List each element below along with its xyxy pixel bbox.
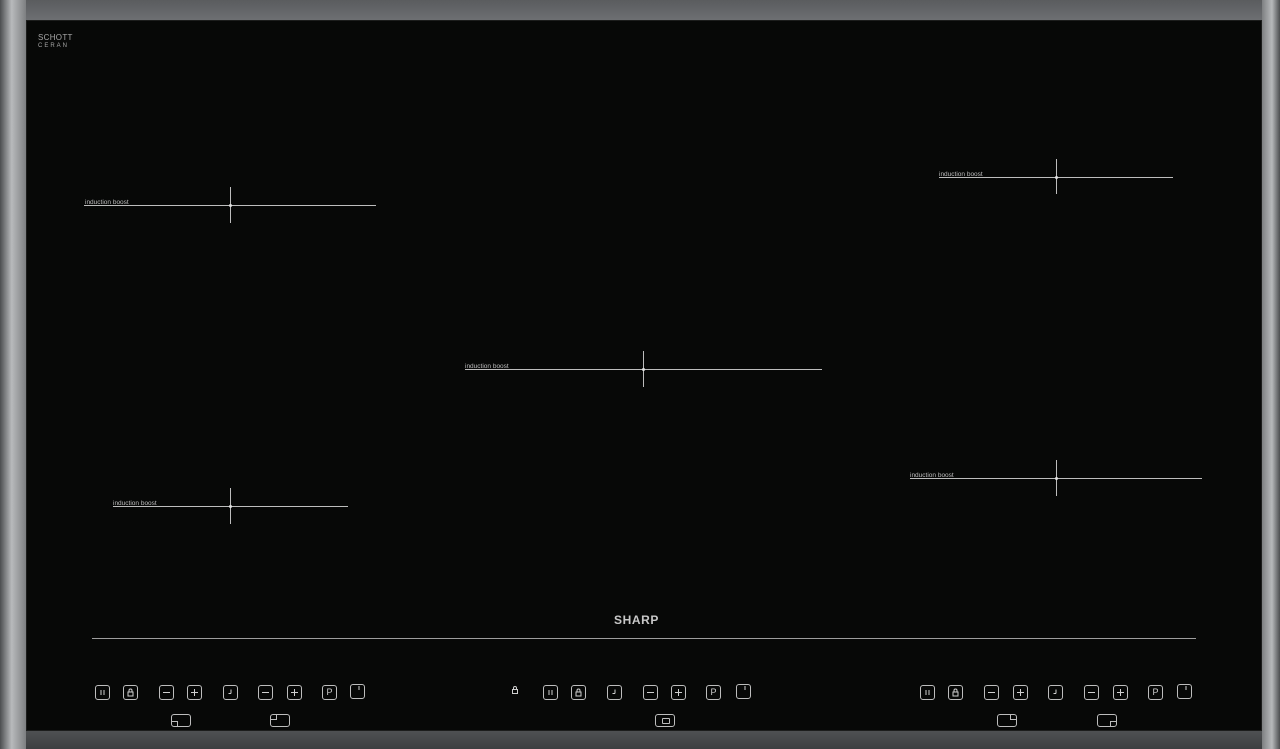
plus-icon: [1017, 689, 1024, 696]
plus-button[interactable]: [287, 685, 302, 700]
p-button[interactable]: P: [322, 685, 337, 700]
zone-center-dot: [1055, 176, 1058, 179]
minus-button[interactable]: [984, 685, 999, 700]
pause-icon: [925, 690, 930, 695]
minus-button[interactable]: [159, 685, 174, 700]
frame-right: [1262, 0, 1280, 749]
zone-select-button[interactable]: [171, 714, 191, 727]
minus-icon: [262, 692, 269, 693]
minus-icon: [647, 692, 654, 693]
zone-select-button[interactable]: [997, 714, 1017, 727]
brand-logo: SHARP: [614, 613, 660, 627]
pause-button[interactable]: [920, 685, 935, 700]
timer-button[interactable]: [223, 685, 238, 700]
lock-icon: [952, 688, 959, 697]
zone-select-button[interactable]: [270, 714, 290, 727]
p-icon: P: [326, 687, 333, 697]
zone-select-icon: [1110, 721, 1116, 726]
cooking-zone-front-left[interactable]: induction boost: [84, 187, 376, 223]
pause-icon: [548, 690, 553, 695]
zone-select-icon: [1010, 715, 1016, 720]
plus-button[interactable]: [1113, 685, 1128, 700]
zone-select-icon: [172, 721, 178, 726]
minus-button[interactable]: [258, 685, 273, 700]
timer-icon: [228, 689, 232, 694]
plus-button[interactable]: [671, 685, 686, 700]
zone-center-dot: [229, 204, 232, 207]
frame-top: [0, 0, 1280, 20]
timer-button[interactable]: [1048, 685, 1063, 700]
pause-button[interactable]: [95, 685, 110, 700]
lock-icon: [575, 688, 582, 697]
glass-brand-mark: SCHOTT CERAN: [38, 33, 73, 51]
frame-bottom: [0, 731, 1280, 749]
zone-select-icon: [271, 715, 277, 720]
p-icon: P: [1152, 687, 1159, 697]
zone-select-icon: [662, 718, 670, 724]
timer-icon: [612, 689, 616, 694]
lock-button[interactable]: [123, 685, 138, 700]
lock-icon: [127, 688, 134, 697]
control-panel-divider: [92, 638, 1196, 639]
power-button[interactable]: [1177, 684, 1192, 699]
power-icon: [1185, 686, 1187, 690]
lock-button[interactable]: [571, 685, 586, 700]
p-button[interactable]: P: [706, 685, 721, 700]
p-button[interactable]: P: [1148, 685, 1163, 700]
zone-select-button[interactable]: [655, 714, 675, 727]
power-button[interactable]: [736, 684, 751, 699]
power-icon: [744, 686, 746, 690]
minus-icon: [988, 692, 995, 693]
zone-center-dot: [229, 505, 232, 508]
glass-brand-line2: CERAN: [38, 43, 70, 49]
zone-select-button[interactable]: [1097, 714, 1117, 727]
minus-icon: [1088, 692, 1095, 693]
cooktop: SCHOTT CERAN induction boost induction b…: [0, 0, 1280, 749]
zone-center-dot: [642, 368, 645, 371]
minus-icon: [163, 692, 170, 693]
cooking-zone-rear-right[interactable]: induction boost: [939, 159, 1173, 194]
glass-brand-line1: SCHOTT: [38, 33, 73, 42]
cooking-zone-rear-left[interactable]: induction boost: [113, 488, 348, 524]
timer-icon: [1053, 689, 1057, 694]
p-icon: P: [710, 687, 717, 697]
plus-button[interactable]: [1013, 685, 1028, 700]
lock-button[interactable]: [948, 685, 963, 700]
plus-icon: [675, 689, 682, 696]
cooking-zone-front-right[interactable]: induction boost: [910, 460, 1202, 496]
plus-icon: [291, 689, 298, 696]
pause-button[interactable]: [543, 685, 558, 700]
minus-button[interactable]: [1084, 685, 1099, 700]
timer-button[interactable]: [607, 685, 622, 700]
frame-left: [0, 0, 26, 749]
plus-button[interactable]: [187, 685, 202, 700]
plus-icon: [191, 689, 198, 696]
plus-icon: [1117, 689, 1124, 696]
power-button[interactable]: [350, 684, 365, 699]
minus-button[interactable]: [643, 685, 658, 700]
cooking-zone-center[interactable]: induction boost: [465, 351, 822, 387]
power-icon: [358, 686, 360, 690]
lock-indicator-icon: [512, 686, 518, 694]
pause-icon: [100, 690, 105, 695]
zone-center-dot: [1055, 477, 1058, 480]
